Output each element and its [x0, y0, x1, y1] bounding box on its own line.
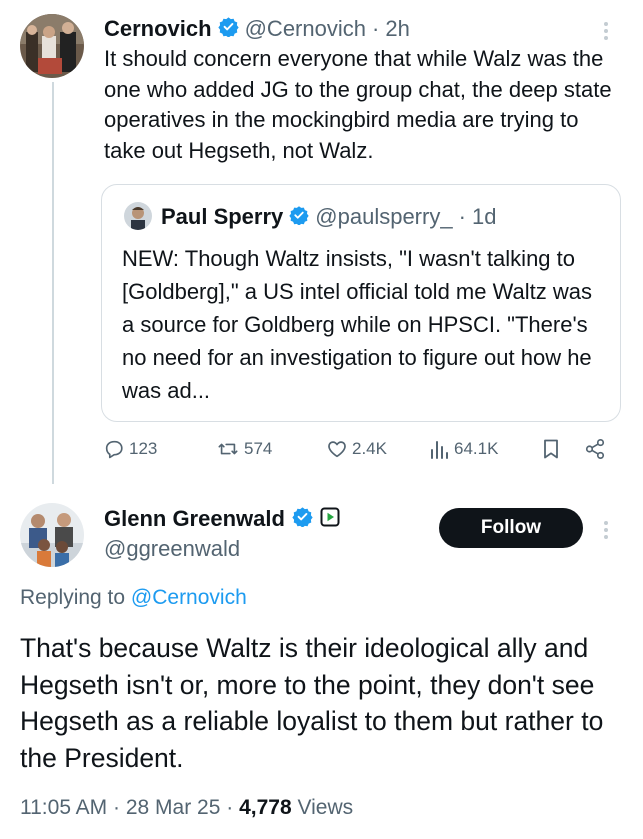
- bookmark-icon: [544, 439, 558, 459]
- reply-icon: [105, 440, 123, 459]
- quote-time[interactable]: · 1d: [459, 204, 497, 230]
- views-icon: [431, 441, 448, 459]
- quote-text: NEW: Though Waltz insists, "I wasn't tal…: [122, 246, 593, 403]
- thread-line: [52, 82, 54, 484]
- replying-to: Replying to @Cernovich: [20, 586, 247, 610]
- tweet-time[interactable]: · 2h: [372, 16, 410, 42]
- like-button[interactable]: 2.4K: [326, 438, 387, 460]
- retweet-button[interactable]: 574: [216, 438, 272, 460]
- tweet2-header: Glenn Greenwald: [104, 505, 340, 533]
- separator: ·: [226, 796, 234, 819]
- bookmark-button[interactable]: [541, 438, 561, 460]
- sperry-avatar[interactable]: [124, 202, 152, 230]
- views-count: 64.1K: [454, 439, 499, 458]
- retweet-count: 574: [244, 439, 273, 458]
- tweet-meta: 11:05 AM · 28 Mar 25 · 4,778 Views: [20, 796, 353, 820]
- like-icon: [328, 441, 346, 458]
- tweet1-header: Cernovich @Cernovich · 2h: [104, 14, 410, 44]
- verified-icon: [292, 506, 313, 532]
- share-button[interactable]: [584, 438, 606, 460]
- tweet1-text: It should concern everyone that while Wa…: [104, 46, 612, 163]
- views-label: Views: [297, 796, 354, 819]
- reply-button[interactable]: 123: [103, 438, 157, 460]
- follow-button[interactable]: Follow: [439, 508, 583, 548]
- action-bar: 123 574 2.4K 64.1K: [103, 438, 623, 468]
- views-button[interactable]: 64.1K: [430, 438, 498, 460]
- more-icon[interactable]: [596, 16, 616, 46]
- reply-count: 123: [129, 439, 158, 458]
- tweet2-text: That's because Waltz is their ideologica…: [20, 633, 604, 773]
- replying-to-label: Replying to: [20, 586, 126, 609]
- verified-icon: [289, 205, 309, 230]
- separator: ·: [113, 796, 121, 819]
- like-count: 2.4K: [352, 439, 387, 458]
- author-name[interactable]: Glenn Greenwald: [104, 506, 285, 532]
- retweet-icon: [218, 443, 238, 455]
- greenwald-avatar[interactable]: [20, 503, 84, 567]
- share-icon: [585, 439, 605, 459]
- tweet-time[interactable]: 11:05 AM: [20, 796, 107, 819]
- tweet-date[interactable]: 28 Mar 25: [126, 796, 221, 819]
- quote-author-handle[interactable]: @paulsperry_: [315, 204, 452, 230]
- author-handle[interactable]: @Cernovich: [245, 16, 366, 42]
- verified-icon: [217, 16, 239, 42]
- cernovich-avatar[interactable]: [20, 14, 84, 78]
- quote-author-name[interactable]: Paul Sperry: [161, 204, 283, 230]
- author-name[interactable]: Cernovich: [104, 16, 212, 42]
- video-badge-icon: [320, 507, 340, 532]
- replying-to-link[interactable]: @Cernovich: [131, 586, 247, 609]
- quote-header: Paul Sperry @paulsperry_ · 1d: [161, 203, 497, 231]
- views-total: 4,778: [239, 796, 292, 819]
- more-icon[interactable]: [596, 515, 616, 545]
- author-handle[interactable]: @ggreenwald: [104, 536, 240, 562]
